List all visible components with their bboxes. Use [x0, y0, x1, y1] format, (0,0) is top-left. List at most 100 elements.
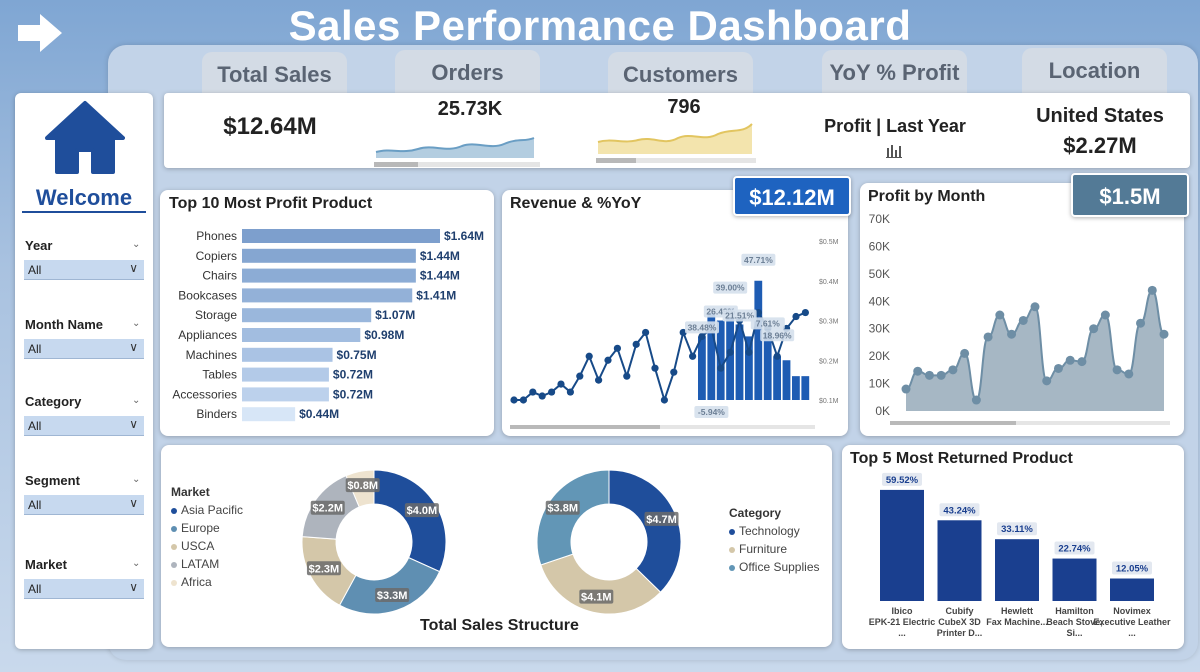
bar [880, 489, 924, 601]
dropdown-arrow-icon: ∨ [129, 496, 138, 510]
legend-dot-icon [729, 564, 735, 571]
home-icon[interactable] [45, 100, 125, 180]
legend-item[interactable]: USCA [171, 539, 243, 553]
donut-label: $0.8M [347, 480, 378, 492]
y-tick-label: $0.1M [819, 398, 839, 405]
bar-category-label: Bookcases [178, 288, 237, 302]
y-tick-label: 0K [875, 404, 890, 418]
category-donut: $4.7M $4.1M $3.8M [536, 469, 682, 615]
filter-select[interactable]: All ∨ [24, 579, 144, 599]
line-point [1053, 363, 1063, 373]
filter-label: Category [25, 394, 82, 409]
line-point [538, 392, 546, 400]
legend-item[interactable]: Technology [729, 524, 820, 538]
legend-dot-icon [729, 528, 735, 535]
welcome-label: Welcome [35, 185, 133, 210]
legend-label: Africa [181, 575, 212, 589]
market-donut: $4.0M $3.3M $2.3M $2.2M $0.8M [301, 469, 447, 615]
bar-category-label: Chairs [202, 269, 237, 283]
chevron-down-icon[interactable]: ⌄ [132, 318, 140, 329]
yoy-label: 18.96% [763, 330, 792, 340]
chevron-down-icon[interactable]: ⌄ [132, 239, 140, 250]
filter-label: Segment [25, 473, 80, 488]
filter-select[interactable]: All ∨ [24, 416, 144, 436]
kpi-profit-last-year: Profit | Last Year [824, 116, 966, 136]
donut-label: $3.8M [547, 503, 578, 515]
legend-item[interactable]: Furniture [729, 542, 820, 556]
line-point [1124, 369, 1134, 379]
tab-yoy-profit[interactable]: YoY % Profit [822, 50, 967, 98]
bar-category-label: Phones [196, 229, 237, 243]
legend-label: USCA [181, 539, 215, 553]
legend-item[interactable]: Asia Pacific [171, 503, 243, 517]
kpi-total-sales: $12.64M [223, 113, 317, 140]
legend-label: Furniture [739, 542, 788, 556]
line-point [651, 364, 659, 372]
bar-value-label: 22.74% [1058, 544, 1091, 555]
line-point [995, 310, 1005, 320]
legend-dot-icon [171, 525, 177, 532]
filter-value: All [28, 263, 42, 277]
line-point [726, 348, 734, 356]
welcome-underline [22, 211, 146, 213]
legend-item[interactable]: LATAM [171, 557, 243, 571]
y-tick-label: $0.5M [819, 239, 839, 246]
bar-category-label: Hewlett Fax Machine... [986, 606, 1048, 627]
customers-sparkline [596, 123, 756, 163]
bar-category-label: Cubify CubeX 3D Printer D... [937, 606, 983, 638]
legend-item[interactable]: Africa [171, 575, 243, 589]
legend-dot-icon [171, 507, 177, 514]
line-point [510, 396, 518, 404]
line-point [983, 332, 993, 342]
line-point [801, 308, 809, 317]
chevron-down-icon[interactable]: ⌄ [132, 474, 140, 485]
line-point [548, 388, 556, 396]
chevron-down-icon[interactable]: ⌄ [132, 395, 140, 406]
donut-slice [608, 469, 682, 593]
bar [792, 376, 800, 400]
y-tick-label: 70K [869, 212, 890, 226]
market-legend: Market Asia Pacific Europe USCA LATAM Africa [171, 485, 243, 589]
bar [735, 324, 744, 400]
filter-value: All [28, 419, 42, 433]
dropdown-arrow-icon: ∨ [129, 580, 138, 594]
line-point [924, 370, 934, 380]
line-point [792, 312, 800, 321]
yoy-label: 21.51% [725, 310, 754, 320]
legend-label: Asia Pacific [181, 503, 244, 517]
tab-location[interactable]: Location [1022, 48, 1167, 96]
legend-dot-icon [171, 543, 177, 550]
chevron-down-icon[interactable]: ⌄ [132, 558, 140, 569]
line-point [595, 376, 603, 384]
bar [242, 308, 372, 323]
line-point [1007, 329, 1017, 339]
tab-orders[interactable]: Orders [395, 50, 540, 98]
bar-value-label: $1.64M [444, 229, 484, 243]
bar [242, 288, 413, 303]
bar [801, 376, 810, 400]
line-point [901, 384, 911, 394]
y-tick-label: 30K [869, 322, 890, 336]
bar-category-label: Accessories [172, 387, 237, 401]
filter-value: All [28, 498, 42, 512]
bar-category-label: Binders [196, 407, 237, 421]
bar-category-label: Storage [195, 308, 237, 322]
line-point [632, 340, 640, 348]
donut-slice [373, 469, 447, 573]
filter-select[interactable]: All ∨ [24, 260, 144, 280]
filter-select[interactable]: All ∨ [24, 495, 144, 515]
filter-select[interactable]: All ∨ [24, 339, 144, 359]
line-point [623, 372, 631, 380]
bar-value-label: 12.05% [1116, 564, 1149, 575]
legend-item[interactable]: Office Supplies [729, 560, 820, 574]
line-point [1042, 376, 1052, 386]
yoy-label: -5.94% [698, 407, 725, 417]
legend-item[interactable]: Europe [171, 521, 243, 535]
bar [763, 332, 772, 400]
line-point [773, 352, 781, 360]
returned-chart: 59.52% Ibico EPK-21 Electric ... 43.24% Cubif… [869, 472, 1171, 638]
y-tick-label: 60K [869, 239, 890, 253]
donut-label: $4.1M [581, 592, 612, 604]
y-tick-label: $0.2M [819, 358, 839, 365]
bar-chart-icon[interactable] [886, 142, 902, 158]
